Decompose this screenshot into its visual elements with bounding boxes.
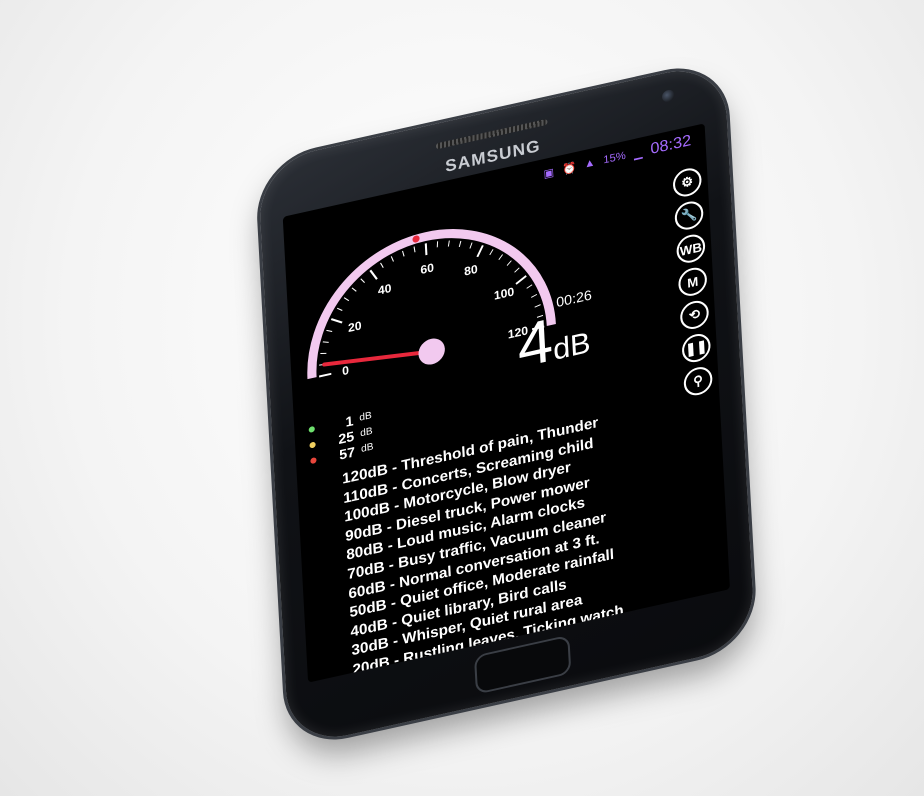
gauge-tick [402,250,405,257]
db-value: 4 [515,306,555,382]
gauge-tick [322,341,329,343]
gauge-tick [424,243,428,256]
gauge-tick [369,269,378,280]
db-unit: dB [552,326,592,367]
gauge-tick-label: 100 [494,285,515,303]
status-clock: 08:32 [650,132,692,158]
gauge-needle [322,349,434,367]
screen: ▣ ⏰ ▲ 15% ▁ 08:32 0 20 40 60 80 100 120 00:26 … [282,123,730,683]
gauge-tick [390,256,394,262]
stat-dot [309,441,316,449]
signal-icon: ▲ [583,156,596,171]
stat-dot [310,457,317,465]
battery-icon: ▁ [633,146,643,161]
alarm-icon: ⏰ [561,161,577,177]
gauge-tick [447,240,450,247]
settings-button[interactable]: ⚙ [672,165,703,200]
gauge-tick [360,278,365,284]
gauge-tick-label: 20 [348,318,363,335]
pause-button[interactable]: ❚❚ [681,331,712,365]
gauge-tick [436,241,439,248]
gauge-tick [336,307,343,311]
gauge-tick [531,293,538,298]
gauge-tick-label: 60 [420,260,435,277]
gauge-tick [506,260,512,266]
wrench-button[interactable]: 🔧 [674,198,704,233]
gauge-tick-label: 80 [464,262,479,279]
stat-unit: dB [360,441,374,455]
gauge-tick [489,249,494,256]
phone: SAMSUNG ▣ ⏰ ▲ 15% ▁ 08:32 0 20 40 60 80 100 12… [257,59,756,749]
gauge-tick [326,329,333,332]
wb-button[interactable]: WB [675,231,706,266]
gauge-tick [413,246,416,253]
gauge-tick-label: 0 [342,363,350,378]
gauge-tick [469,242,473,249]
flashlight-button[interactable]: ⚲ [683,364,714,398]
gauge-tick-label: 40 [378,281,393,298]
gauge-tick [476,245,484,258]
db-reading: 4dB [516,297,592,382]
reset-button[interactable]: ⟲ [679,298,710,332]
gauge-tick [343,297,350,302]
battery-percent: 15% [603,149,627,167]
gauge-tick [380,262,384,268]
gauge-tick [351,287,357,292]
gauge-tick [526,284,533,289]
gauge-tick [330,318,343,324]
gauge-tick [458,240,462,247]
gauge-tick [498,254,504,260]
sound-level-gauge: 0204060 80100120 [307,229,556,380]
gauge-hub [418,338,445,365]
gauge-tick [319,372,332,378]
gauge-tick [514,267,520,273]
gauge-tick [320,352,327,354]
stat-dot [308,425,315,434]
m-button[interactable]: M [677,265,708,299]
gauge-tick [515,275,527,285]
